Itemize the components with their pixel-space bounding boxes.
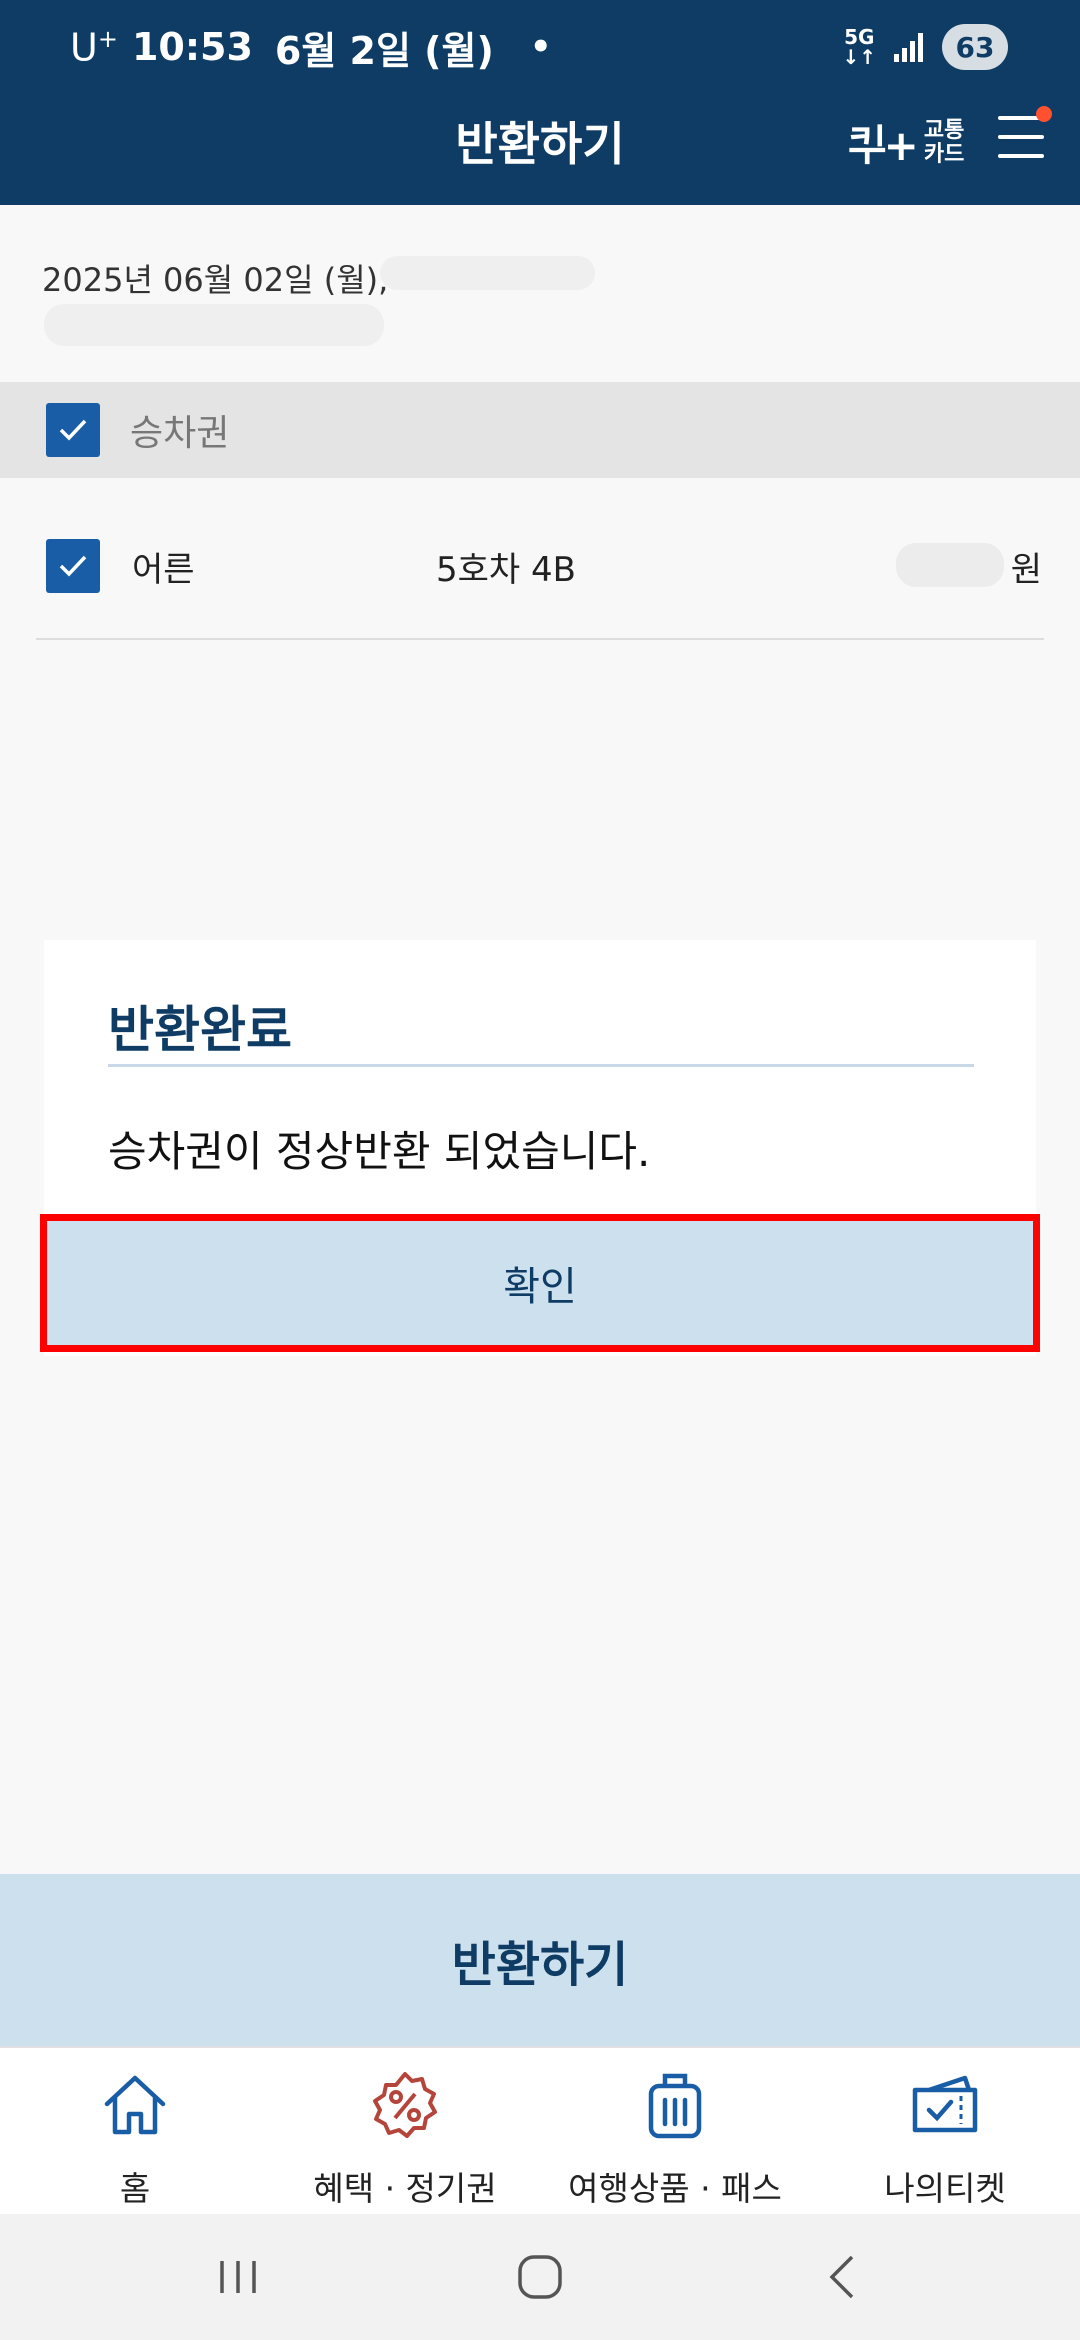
ticket-icon xyxy=(912,2075,978,2133)
transit-card-button[interactable]: ᄏᆛ+ 교통 카드 xyxy=(848,112,964,173)
tab-my-ticket[interactable]: 나의티켓 xyxy=(810,2068,1080,2210)
divider xyxy=(36,638,1044,640)
luggage-icon xyxy=(648,2073,702,2139)
dialog-title: 반환완료 xyxy=(108,1001,292,1059)
ticket-checkbox[interactable] xyxy=(46,539,100,593)
back-button[interactable] xyxy=(802,2250,882,2304)
tab-benefits[interactable]: 혜택 · 정기권 xyxy=(270,2068,540,2210)
bottom-tab-bar: 홈 혜택 · 정기권 여행상품 · 패스 나의티켓 xyxy=(0,2046,1080,2214)
back-chevron-icon xyxy=(829,2255,854,2299)
redacted-trip-info xyxy=(380,256,595,290)
hamburger-menu-icon[interactable] xyxy=(998,106,1052,160)
network-icon: 5G ↓↑ xyxy=(842,25,876,69)
recent-apps-icon xyxy=(220,2261,256,2293)
check-icon xyxy=(59,555,87,577)
home-circle-icon xyxy=(518,2255,562,2299)
redacted-fare xyxy=(896,543,1004,587)
battery-icon: 63 xyxy=(942,24,1008,70)
recent-apps-button[interactable] xyxy=(198,2250,278,2304)
return-button[interactable]: 반환하기 xyxy=(0,1874,1080,2046)
tab-label: 홈 xyxy=(119,2169,151,2208)
passenger-type: 어른 xyxy=(132,549,195,590)
dialog-divider xyxy=(108,1064,974,1067)
dialog-message: 승차권이 정상반환 되었습니다. xyxy=(108,1127,651,1176)
ticket-row: 어른 5호차 4B 원 xyxy=(46,537,1042,595)
seat-number: 5호차 4B xyxy=(436,549,576,590)
carrier-label: U+ xyxy=(70,24,118,70)
redacted-route xyxy=(44,304,384,346)
transit-card-logo-icon: ᄏᆛ+ xyxy=(848,121,919,170)
tab-label: 여행상품 · 패스 xyxy=(568,2169,782,2208)
app-header: U+ 10:53 6월 2일 (월) • 5G ↓↑ 63 반환하기 ᄏᆛ+ 교통… xyxy=(0,0,1080,205)
tab-label: 혜택 · 정기권 xyxy=(313,2169,497,2208)
home-nav-button[interactable] xyxy=(500,2250,580,2304)
status-indicators: 5G ↓↑ 63 xyxy=(842,24,1008,70)
section-label: 승차권 xyxy=(130,413,230,454)
confirm-button[interactable]: 확인 xyxy=(40,1214,1040,1352)
tab-travel[interactable]: 여행상품 · 패스 xyxy=(540,2068,810,2210)
fare-currency: 원 xyxy=(1010,549,1042,590)
signal-icon xyxy=(894,33,923,62)
notification-dot: • xyxy=(529,27,552,67)
discount-icon xyxy=(373,2072,437,2138)
transit-card-label: 교통 카드 xyxy=(923,117,965,167)
select-all-checkbox[interactable] xyxy=(46,403,100,457)
system-navigation-bar xyxy=(0,2214,1080,2340)
check-icon xyxy=(59,419,87,441)
status-date: 6월 2일 (월) xyxy=(274,28,494,73)
home-icon xyxy=(104,2075,166,2135)
trip-date: 2025년 06월 02일 (월), xyxy=(42,261,389,299)
menu-notification-badge xyxy=(1036,106,1052,122)
ticket-section-header: 승차권 xyxy=(0,382,1080,478)
tab-home[interactable]: 홈 xyxy=(0,2068,270,2210)
status-bar: U+ 10:53 6월 2일 (월) • xyxy=(70,22,552,73)
status-time: 10:53 xyxy=(131,25,253,69)
tab-label: 나의티켓 xyxy=(884,2169,1006,2208)
